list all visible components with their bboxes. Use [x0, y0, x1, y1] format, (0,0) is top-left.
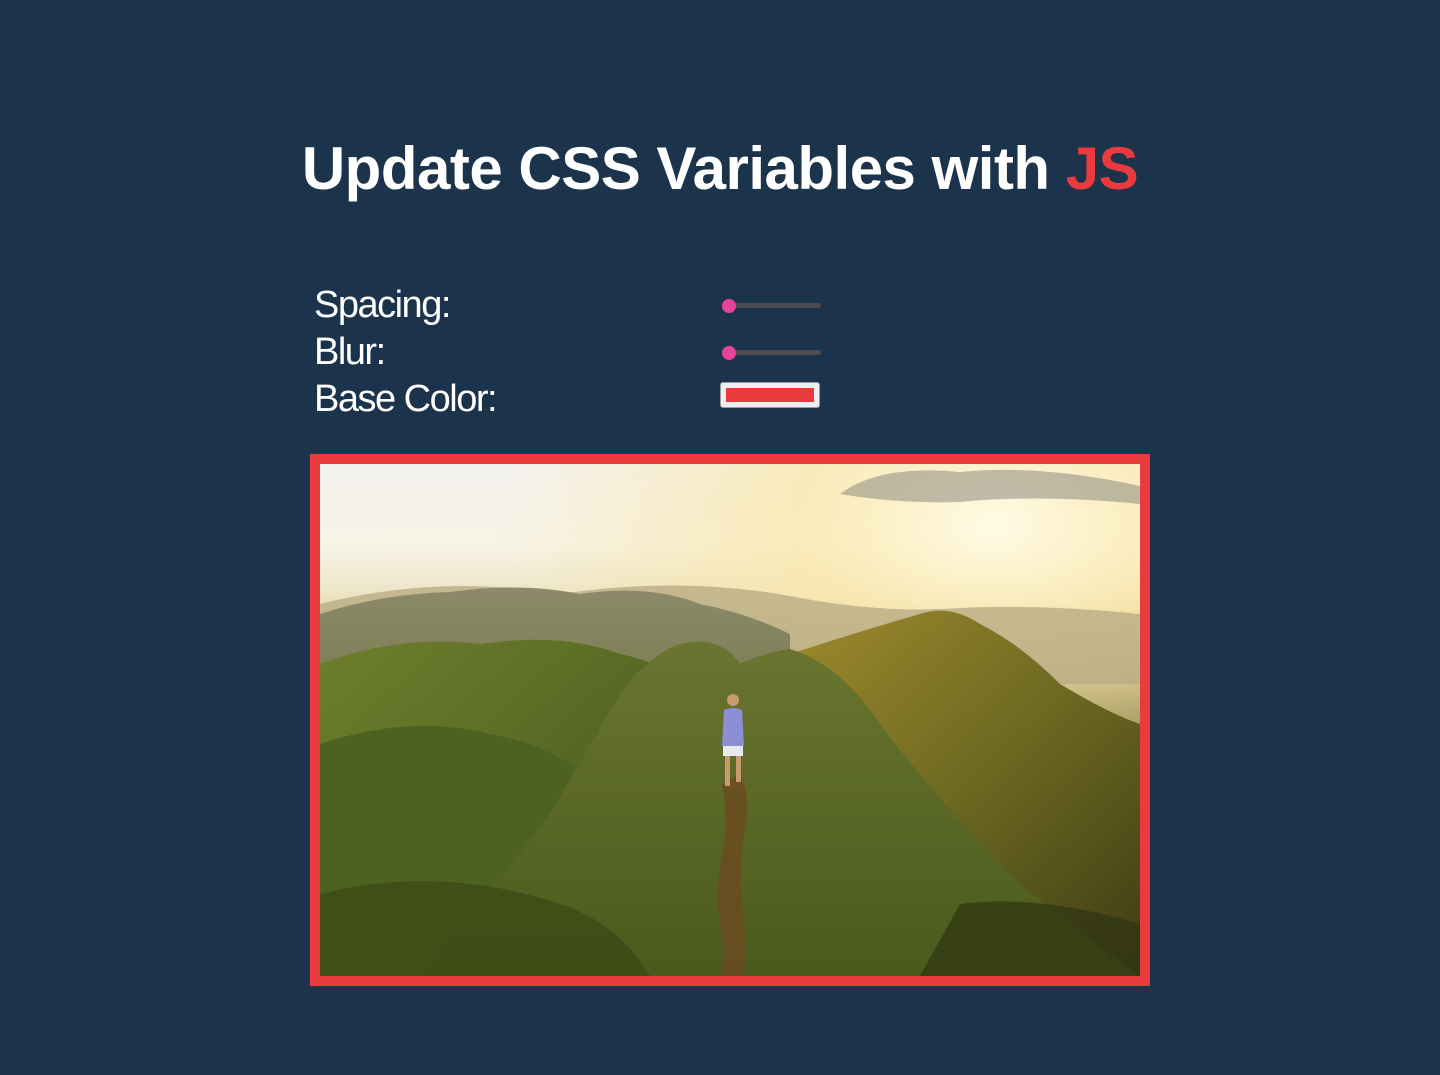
controls-panel: Spacing: Blur: Base Color:	[314, 282, 834, 423]
hiker-leg-left	[725, 756, 730, 786]
page: Update CSS Variables with JS Spacing: Bl…	[0, 0, 1440, 1075]
photo-illustration	[320, 464, 1140, 976]
hiker-shorts	[723, 746, 743, 756]
blur-slider-thumb[interactable]	[722, 346, 736, 360]
hiker-leg-right	[736, 756, 741, 782]
mountain-hiker-photo	[320, 464, 1140, 976]
hiker-shirt	[722, 708, 744, 746]
base-color-row: Base Color:	[314, 376, 834, 423]
title-accent: JS	[1065, 135, 1139, 202]
photo-frame	[310, 454, 1150, 986]
base-color-picker[interactable]	[720, 382, 820, 408]
blur-label: Blur:	[314, 331, 386, 373]
blur-slider-track[interactable]	[722, 350, 821, 355]
blur-row: Blur:	[314, 329, 834, 376]
title-text: Update CSS Variables with	[301, 135, 1066, 202]
spacing-row: Spacing:	[314, 282, 834, 329]
spacing-slider-track[interactable]	[722, 303, 821, 308]
base-color-swatch[interactable]	[726, 388, 814, 402]
spacing-label: Spacing:	[314, 284, 451, 326]
spacing-slider[interactable]	[722, 299, 821, 313]
base-color-label: Base Color:	[314, 378, 498, 420]
hiker-head	[727, 694, 739, 706]
blur-slider[interactable]	[722, 346, 821, 360]
spacing-slider-thumb[interactable]	[722, 299, 736, 313]
page-title: Update CSS Variables with JS	[0, 134, 1440, 204]
